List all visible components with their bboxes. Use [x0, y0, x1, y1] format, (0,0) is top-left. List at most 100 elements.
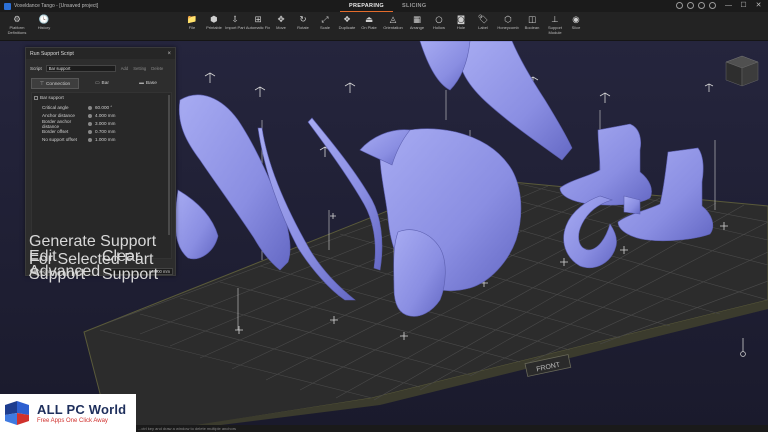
history-button[interactable]: 🕓 History	[31, 15, 57, 31]
script-select[interactable]: Bar support	[45, 64, 116, 72]
close-icon[interactable]: ×	[167, 51, 171, 57]
import-icon: ⇩	[231, 15, 239, 25]
orientation-label: Orientation	[383, 25, 403, 30]
automatic-fix-label: Automatic Fix	[245, 25, 271, 30]
param-name: Critical angle	[42, 105, 69, 110]
param-value[interactable]: 1.000 mm	[95, 137, 135, 142]
account-icon[interactable]	[676, 2, 683, 9]
boolean-icon: ◫	[527, 15, 537, 25]
watermark-text: ALL PC World Free Apps One Click Away	[37, 402, 126, 424]
autofix-icon: ⊞	[254, 15, 262, 25]
scale-icon: ⤢	[321, 15, 329, 25]
main-toolbar: ⚙ Platform Definitions 🕓 History 📁 File ⬢…	[0, 12, 768, 41]
honeycomb-button[interactable]: ⬡ Honeycomb	[495, 15, 521, 31]
script-row: Script Bar support Add Setting Delete	[30, 64, 173, 72]
move-icon: ✥	[277, 15, 285, 25]
printable-label: Printable	[206, 25, 222, 30]
param-name: Anchor distance	[42, 113, 75, 118]
app-window: Voxeldance Tango - [Unsaved project] PRE…	[0, 0, 768, 432]
scale-label: Scale	[319, 25, 330, 30]
settings-icon[interactable]	[698, 2, 705, 9]
tab-bar-label: Bar	[101, 81, 109, 86]
orientation-icon: ◬	[389, 15, 397, 25]
file-label: File	[188, 25, 196, 30]
on-plate-button[interactable]: ⏏ On Plate	[356, 15, 382, 31]
folder-icon: 📁	[186, 15, 198, 25]
window-title: Voxeldance Tango - [Unsaved project]	[14, 3, 99, 9]
app-logo-icon	[4, 2, 11, 10]
panel-title: Run Support Script	[30, 50, 74, 57]
bar-support-toggle[interactable]: Bar support	[34, 95, 64, 100]
param-icon	[88, 105, 92, 110]
rotate-icon: ↻	[299, 15, 307, 25]
list-scrollbar[interactable]	[168, 95, 170, 235]
param-row: No support offset 1.000 mm	[42, 136, 162, 143]
platform-definitions-button[interactable]: ⚙ Platform Definitions	[4, 15, 30, 35]
title-icons	[676, 2, 716, 9]
label-icon: 🏷	[477, 15, 489, 25]
tab-preparing[interactable]: PREPARING	[340, 0, 393, 12]
param-name: Border anchor distance	[42, 118, 72, 129]
support-icon: ⊥	[551, 15, 559, 25]
tab-base-label: Base	[145, 81, 157, 86]
hollow-label: Hollow	[432, 25, 445, 30]
param-row: Border anchor distance 3.000 mm	[42, 118, 162, 129]
boolean-label: Boolean	[524, 25, 540, 30]
param-row: Critical angle 60.000 °	[42, 104, 162, 111]
tab-slicing[interactable]: SLICING	[393, 0, 435, 12]
param-value[interactable]: 4.000 mm	[95, 113, 135, 118]
param-value[interactable]: 60.000 °	[95, 105, 135, 110]
advanced-button[interactable]: Advanced	[29, 263, 174, 281]
setting-script-link[interactable]: Setting	[133, 66, 146, 71]
tab-bar[interactable]: ▭ Bar	[79, 78, 125, 89]
param-value[interactable]: 3.000 mm	[95, 121, 135, 126]
hollow-icon: ○	[435, 15, 443, 25]
tab-connection[interactable]: ⊤ Connection	[31, 78, 79, 89]
tab-base[interactable]: ▬ Base	[125, 78, 171, 89]
honeycomb-label: Honeycomb	[497, 25, 519, 30]
param-name: No support offset	[42, 137, 77, 142]
support-tabs: ⊤ Connection ▭ Bar ▬ Base	[31, 78, 171, 89]
move-label: Move	[276, 25, 286, 30]
param-icon	[88, 113, 92, 118]
honeycomb-icon: ⬡	[504, 15, 512, 25]
close-icon[interactable]: ✕	[751, 0, 766, 12]
bar-support-label: Bar support	[40, 95, 64, 100]
on-plate-icon: ⏏	[364, 15, 374, 25]
view-cube[interactable]	[725, 55, 759, 87]
delete-script-link[interactable]: Delete	[151, 66, 163, 71]
param-icon	[88, 137, 92, 142]
help-icon[interactable]	[709, 2, 716, 9]
slice-label: Slice	[571, 25, 581, 30]
bar-icon: ▭	[94, 81, 100, 86]
connection-icon: ⊤	[39, 82, 44, 87]
rotate-label: Rotate	[297, 25, 309, 30]
minimize-icon[interactable]: —	[721, 0, 736, 12]
param-value[interactable]: 0.700 mm	[95, 129, 135, 134]
base-icon: ▬	[139, 81, 144, 86]
status-bar: ...ctrl key and draw a window to delete …	[136, 425, 768, 432]
watermark-title: ALL PC World	[37, 402, 127, 417]
duplicate-icon: ❖	[343, 15, 351, 25]
orientation-button[interactable]: ◬ Orientation	[380, 15, 406, 31]
platform-definitions-label: Platform Definitions	[7, 25, 27, 35]
mode-tabs: PREPARING SLICING	[340, 0, 435, 12]
label-button[interactable]: 🏷 Label	[470, 15, 496, 31]
maximize-icon[interactable]: ☐	[736, 0, 751, 12]
watermark-subtitle: Free Apps One Click Away	[37, 418, 108, 424]
slice-button[interactable]: ◉ Slice	[563, 15, 589, 31]
globe-icon[interactable]	[687, 2, 694, 9]
on-plate-label: On Plate	[361, 25, 377, 30]
bar-support-checkbox[interactable]	[34, 95, 38, 100]
window-controls: — ☐ ✕	[721, 0, 766, 12]
param-icon	[88, 121, 92, 126]
param-name: Border offset	[42, 129, 69, 134]
history-label: History	[37, 25, 51, 30]
hole-icon: ◙	[456, 15, 466, 25]
add-script-link[interactable]: Add	[121, 66, 128, 71]
param-icon	[88, 129, 92, 134]
arrange-icon: ▦	[412, 15, 422, 25]
watermark-logo-icon	[3, 399, 31, 427]
arrange-label: Arrange	[409, 25, 425, 30]
label-label: Label	[478, 25, 488, 30]
